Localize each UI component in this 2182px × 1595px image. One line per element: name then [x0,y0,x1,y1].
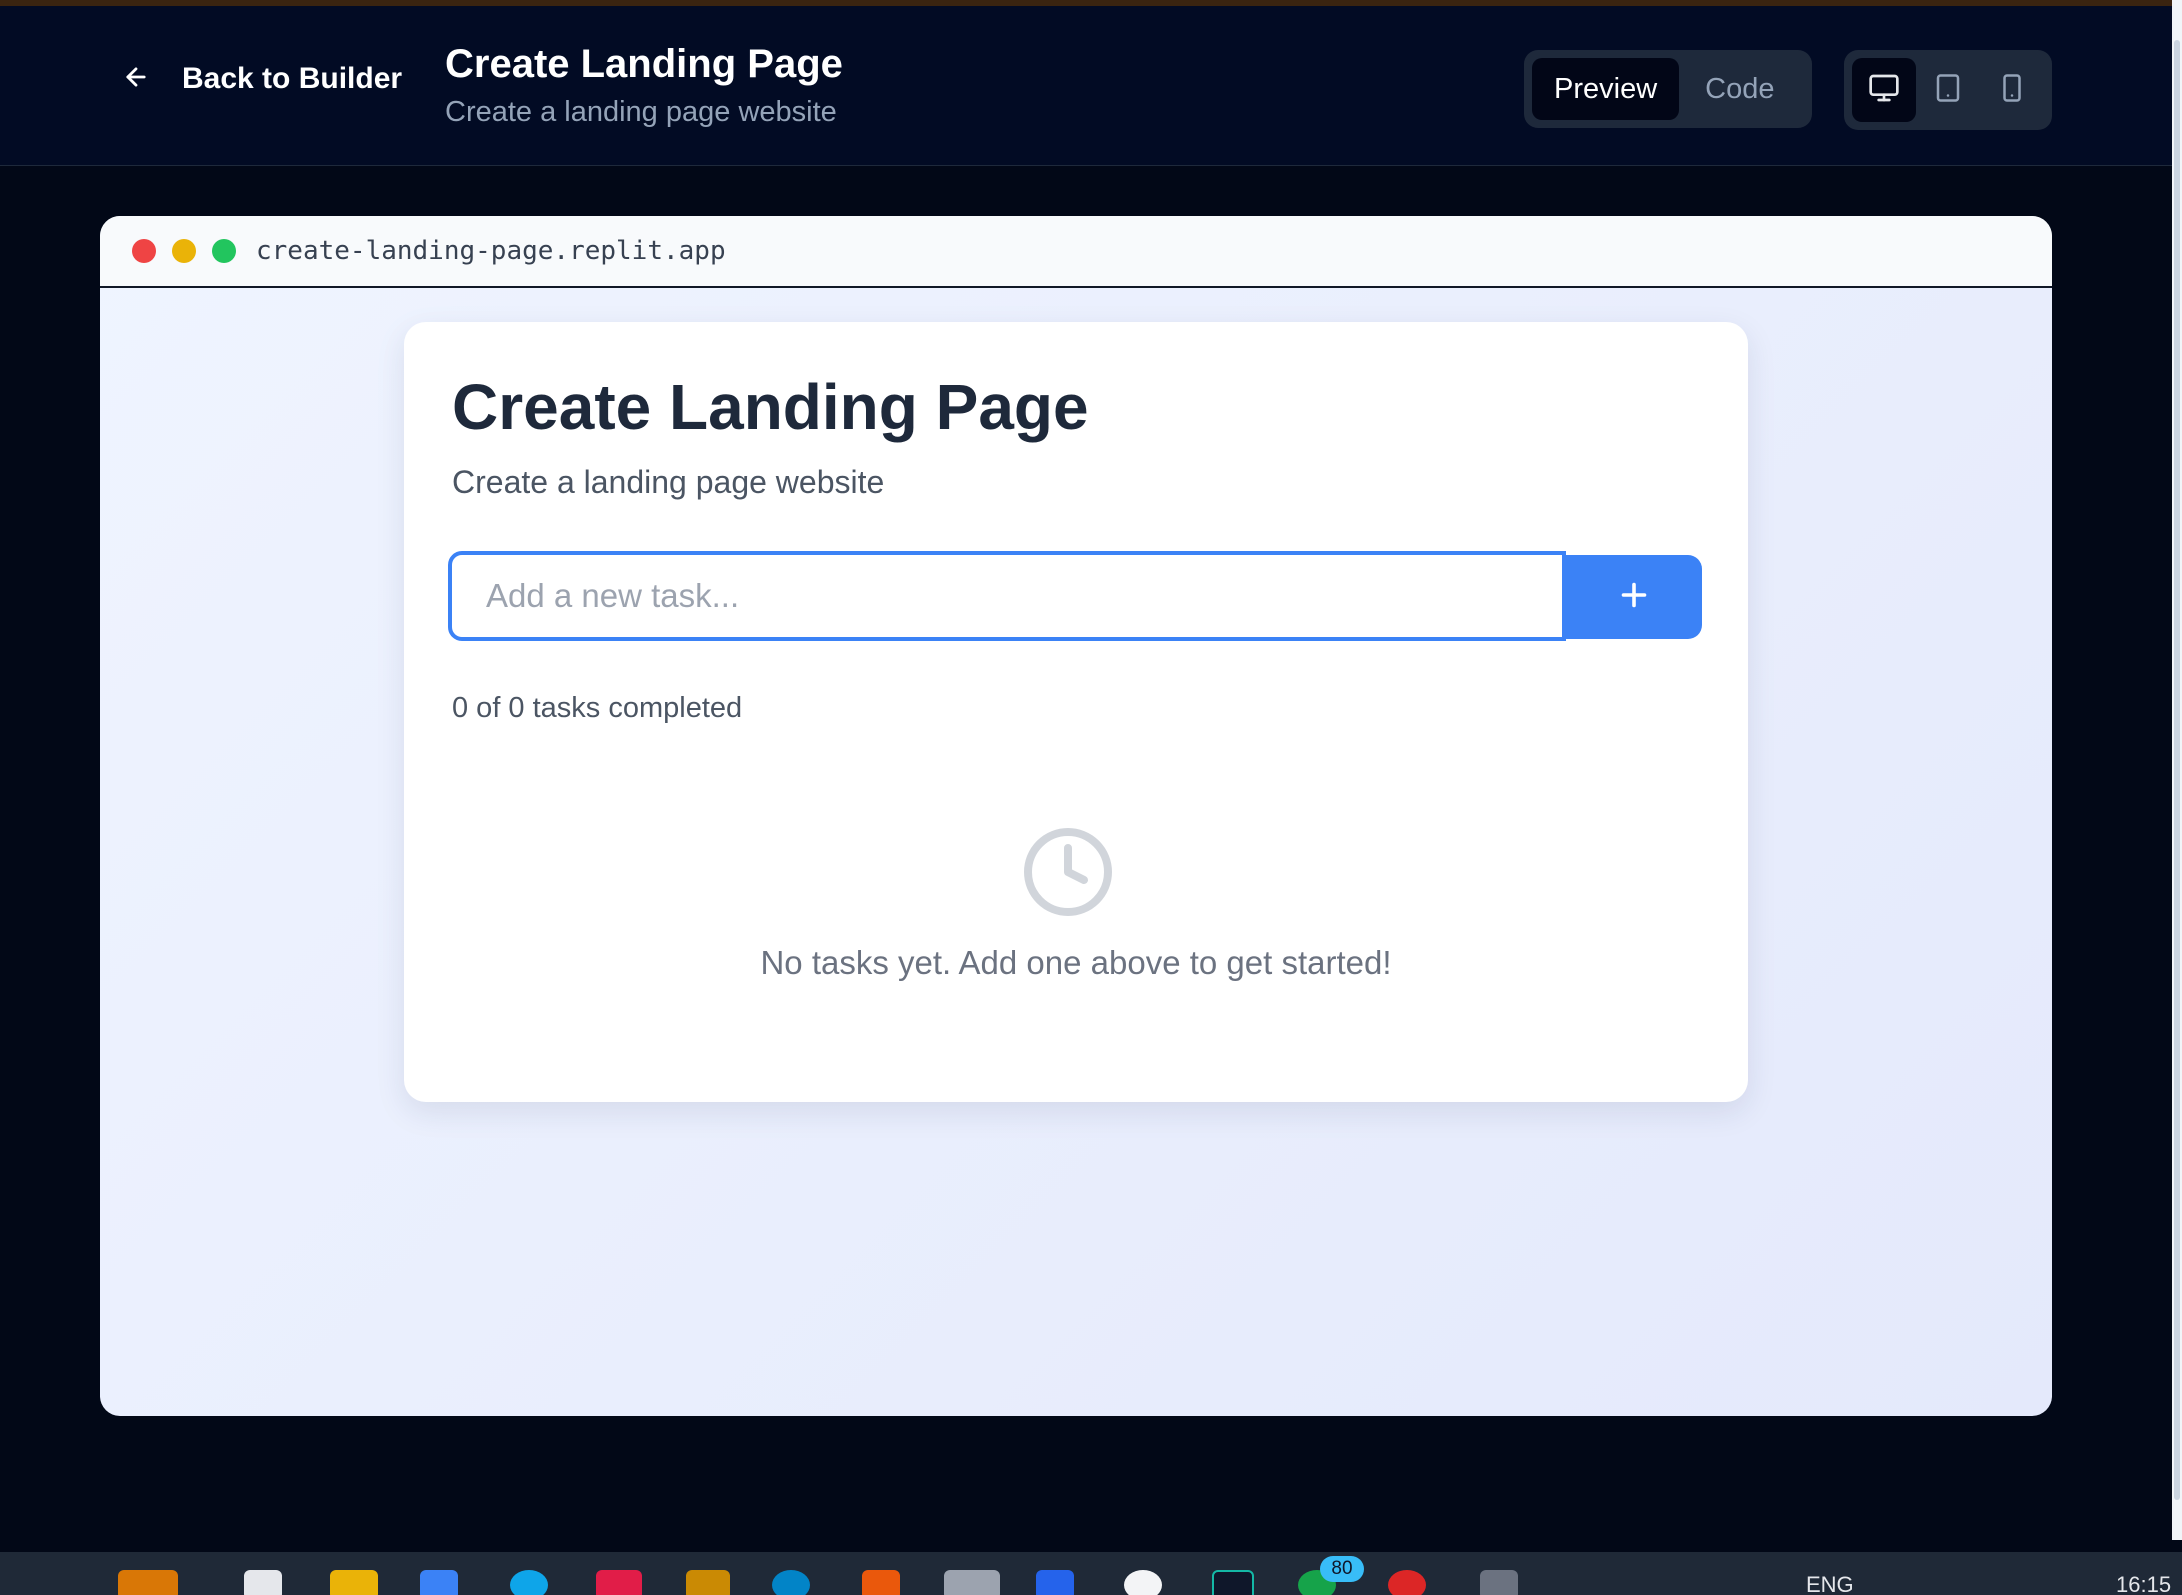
view-mode-toggle: Preview Code [1524,50,1812,128]
language-indicator[interactable]: ENG [1806,1572,1854,1595]
code-tab[interactable]: Code [1683,58,1796,120]
notepad-icon[interactable] [244,1570,282,1595]
chrome-icon[interactable] [1388,1570,1426,1595]
copilot-icon[interactable] [510,1570,548,1595]
empty-state-message: No tasks yet. Add one above to get start… [760,944,1392,981]
new-task-input[interactable] [448,551,1566,641]
plus-icon [1616,577,1652,618]
arrow-left-icon [122,63,150,96]
scrollbar-thumb[interactable] [2174,40,2180,1500]
page-title: Create Landing Page [445,42,843,86]
browser-preview-frame: create-landing-page.replit.app Create La… [100,216,2052,1416]
back-button-label: Back to Builder [182,62,403,95]
device-toggle [1844,50,2052,130]
widgets-icon[interactable] [118,1570,178,1595]
edge-icon[interactable] [772,1570,810,1595]
active-app-icon[interactable] [944,1570,1000,1595]
maximize-dot [212,239,236,263]
app-title: Create Landing Page [452,371,1089,443]
page-subtitle: Create a landing page website [445,96,837,128]
chat-app-icon[interactable] [1124,1570,1162,1595]
desktop-view-button[interactable] [1852,58,1916,122]
builder-header: Back to Builder Create Landing Page Crea… [0,6,2172,166]
mobile-icon [1997,73,2027,108]
back-to-builder-button[interactable]: Back to Builder [122,62,402,96]
preview-tab[interactable]: Preview [1532,58,1680,120]
tablet-view-button[interactable] [1916,58,1980,122]
minimize-dot [172,239,196,263]
notification-badge: 80 [1320,1556,1364,1582]
browser-address-bar: create-landing-page.replit.app [100,216,2052,288]
project-title-block: Create Landing Page Create a landing pag… [445,42,843,129]
close-dot [132,239,156,263]
dark-app-icon[interactable] [1212,1570,1254,1595]
vscode-icon[interactable] [1036,1570,1074,1595]
app-subtitle: Create a landing page website [452,464,885,500]
settings-icon[interactable] [1480,1570,1518,1595]
app-yellow-icon[interactable] [686,1570,730,1595]
brave-icon[interactable] [862,1570,900,1595]
app-red-icon[interactable] [596,1570,642,1595]
os-taskbar: 80 ENG 16:15 [0,1552,2182,1595]
preview-url: create-landing-page.replit.app [256,236,726,266]
clock-icon [1020,824,1116,925]
mobile-view-button[interactable] [1980,58,2044,122]
file-explorer-icon[interactable] [330,1570,378,1595]
clock-time[interactable]: 16:15 [2116,1572,2171,1595]
todo-card: Create Landing Page Create a landing pag… [404,322,1748,1102]
tasks-progress-text: 0 of 0 tasks completed [452,692,743,724]
add-task-button[interactable] [1566,555,1702,639]
tablet-icon [1933,73,1963,108]
desktop-icon [1868,72,1900,109]
store-icon[interactable] [420,1570,458,1595]
